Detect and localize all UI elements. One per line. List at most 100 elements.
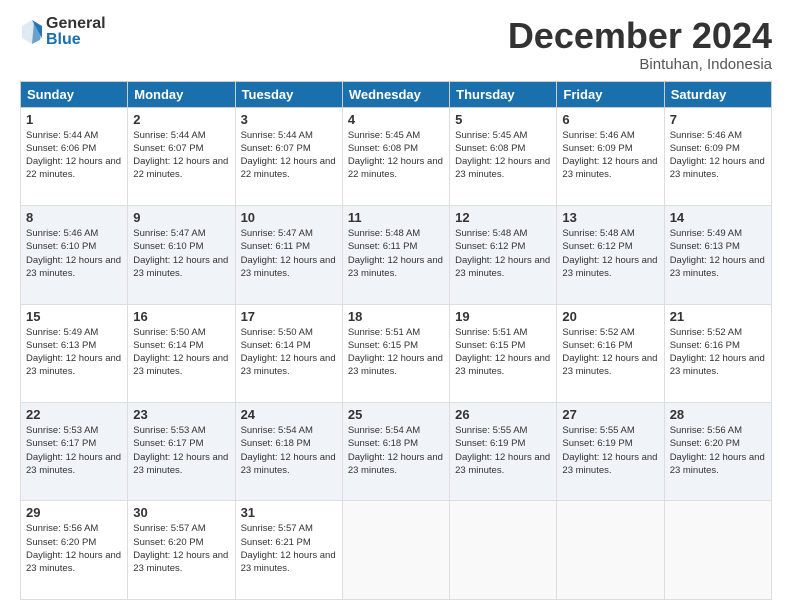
- col-monday: Monday: [128, 81, 235, 107]
- day-info: Sunrise: 5:47 AMSunset: 6:10 PMDaylight:…: [133, 227, 229, 280]
- day-info: Sunrise: 5:55 AMSunset: 6:19 PMDaylight:…: [455, 424, 551, 477]
- day-info: Sunrise: 5:49 AMSunset: 6:13 PMDaylight:…: [26, 326, 122, 379]
- day-info: Sunrise: 5:56 AMSunset: 6:20 PMDaylight:…: [26, 522, 122, 575]
- table-row: 22 Sunrise: 5:53 AMSunset: 6:17 PMDayligh…: [21, 403, 128, 501]
- day-number: 22: [26, 407, 122, 422]
- day-info: Sunrise: 5:57 AMSunset: 6:20 PMDaylight:…: [133, 522, 229, 575]
- table-row: 18Sunrise: 5:51 AMSunset: 6:15 PMDayligh…: [342, 304, 449, 402]
- day-number: 23: [133, 407, 229, 422]
- day-number: 5: [455, 112, 551, 127]
- logo-icon: [20, 18, 44, 46]
- table-row: 2Sunrise: 5:44 AMSunset: 6:07 PMDaylight…: [128, 107, 235, 205]
- day-number: 4: [348, 112, 444, 127]
- day-number: 21: [670, 309, 766, 324]
- table-row: 11 Sunrise: 5:48 AMSunset: 6:11 PMDayligh…: [342, 206, 449, 304]
- day-number: 29: [26, 505, 122, 520]
- day-number: 12: [455, 210, 551, 225]
- logo-blue: Blue: [46, 32, 106, 48]
- title-block: December 2024 Bintuhan, Indonesia: [508, 16, 772, 73]
- day-info: Sunrise: 5:57 AMSunset: 6:21 PMDaylight:…: [241, 522, 337, 575]
- day-number: 11: [348, 210, 444, 225]
- col-friday: Friday: [557, 81, 664, 107]
- table-row: 7 Sunrise: 5:46 AMSunset: 6:09 PMDaylight…: [664, 107, 771, 205]
- day-number: 15: [26, 309, 122, 324]
- day-info: Sunrise: 5:52 AMSunset: 6:16 PMDaylight:…: [562, 326, 658, 379]
- calendar-week-row: 8 Sunrise: 5:46 AMSunset: 6:10 PMDaylight…: [21, 206, 772, 304]
- day-info: Sunrise: 5:46 AMSunset: 6:10 PMDaylight:…: [26, 227, 122, 280]
- day-number: 7: [670, 112, 766, 127]
- day-number: 17: [241, 309, 337, 324]
- calendar-week-row: 15 Sunrise: 5:49 AMSunset: 6:13 PMDayligh…: [21, 304, 772, 402]
- table-row: [450, 501, 557, 600]
- table-row: 31Sunrise: 5:57 AMSunset: 6:21 PMDayligh…: [235, 501, 342, 600]
- day-number: 26: [455, 407, 551, 422]
- day-info: Sunrise: 5:50 AMSunset: 6:14 PMDaylight:…: [241, 326, 337, 379]
- logo: General Blue: [20, 16, 106, 48]
- day-info: Sunrise: 5:54 AMSunset: 6:18 PMDaylight:…: [348, 424, 444, 477]
- logo-general: General: [46, 16, 106, 32]
- table-row: 19Sunrise: 5:51 AMSunset: 6:15 PMDayligh…: [450, 304, 557, 402]
- table-row: 27Sunrise: 5:55 AMSunset: 6:19 PMDayligh…: [557, 403, 664, 501]
- table-row: 5 Sunrise: 5:45 AMSunset: 6:08 PMDaylight…: [450, 107, 557, 205]
- table-row: 21 Sunrise: 5:52 AMSunset: 6:16 PMDayligh…: [664, 304, 771, 402]
- day-info: Sunrise: 5:46 AMSunset: 6:09 PMDaylight:…: [562, 129, 658, 182]
- day-number: 25: [348, 407, 444, 422]
- day-number: 28: [670, 407, 766, 422]
- col-saturday: Saturday: [664, 81, 771, 107]
- day-number: 13: [562, 210, 658, 225]
- col-tuesday: Tuesday: [235, 81, 342, 107]
- day-info: Sunrise: 5:55 AMSunset: 6:19 PMDaylight:…: [562, 424, 658, 477]
- day-number: 24: [241, 407, 337, 422]
- day-info: Sunrise: 5:51 AMSunset: 6:15 PMDaylight:…: [455, 326, 551, 379]
- table-row: 28 Sunrise: 5:56 AMSunset: 6:20 PMDayligh…: [664, 403, 771, 501]
- table-row: 16 Sunrise: 5:50 AMSunset: 6:14 PMDayligh…: [128, 304, 235, 402]
- table-row: 17 Sunrise: 5:50 AMSunset: 6:14 PMDayligh…: [235, 304, 342, 402]
- calendar-week-row: 29 Sunrise: 5:56 AMSunset: 6:20 PMDayligh…: [21, 501, 772, 600]
- table-row: [664, 501, 771, 600]
- day-number: 8: [26, 210, 122, 225]
- col-sunday: Sunday: [21, 81, 128, 107]
- table-row: 10Sunrise: 5:47 AMSunset: 6:11 PMDayligh…: [235, 206, 342, 304]
- day-number: 10: [241, 210, 337, 225]
- day-info: Sunrise: 5:50 AMSunset: 6:14 PMDaylight:…: [133, 326, 229, 379]
- day-info: Sunrise: 5:44 AMSunset: 6:07 PMDaylight:…: [241, 129, 337, 182]
- day-info: Sunrise: 5:45 AMSunset: 6:08 PMDaylight:…: [348, 129, 444, 182]
- day-info: Sunrise: 5:46 AMSunset: 6:09 PMDaylight:…: [670, 129, 766, 182]
- day-info: Sunrise: 5:56 AMSunset: 6:20 PMDaylight:…: [670, 424, 766, 477]
- table-row: 30Sunrise: 5:57 AMSunset: 6:20 PMDayligh…: [128, 501, 235, 600]
- table-row: 4 Sunrise: 5:45 AMSunset: 6:08 PMDaylight…: [342, 107, 449, 205]
- day-info: Sunrise: 5:48 AMSunset: 6:12 PMDaylight:…: [455, 227, 551, 280]
- day-info: Sunrise: 5:53 AMSunset: 6:17 PMDaylight:…: [26, 424, 122, 477]
- table-row: [342, 501, 449, 600]
- table-row: 29 Sunrise: 5:56 AMSunset: 6:20 PMDayligh…: [21, 501, 128, 600]
- day-info: Sunrise: 5:44 AMSunset: 6:06 PMDaylight:…: [26, 129, 122, 182]
- day-info: Sunrise: 5:52 AMSunset: 6:16 PMDaylight:…: [670, 326, 766, 379]
- day-number: 6: [562, 112, 658, 127]
- calendar-week-row: 22 Sunrise: 5:53 AMSunset: 6:17 PMDayligh…: [21, 403, 772, 501]
- page: General Blue December 2024 Bintuhan, Ind…: [0, 0, 792, 612]
- day-info: Sunrise: 5:48 AMSunset: 6:12 PMDaylight:…: [562, 227, 658, 280]
- col-thursday: Thursday: [450, 81, 557, 107]
- day-number: 9: [133, 210, 229, 225]
- logo-text: General Blue: [46, 16, 106, 48]
- table-row: [557, 501, 664, 600]
- day-info: Sunrise: 5:51 AMSunset: 6:15 PMDaylight:…: [348, 326, 444, 379]
- table-row: 26 Sunrise: 5:55 AMSunset: 6:19 PMDayligh…: [450, 403, 557, 501]
- calendar-header-row: Sunday Monday Tuesday Wednesday Thursday…: [21, 81, 772, 107]
- day-info: Sunrise: 5:54 AMSunset: 6:18 PMDaylight:…: [241, 424, 337, 477]
- table-row: 9 Sunrise: 5:47 AMSunset: 6:10 PMDaylight…: [128, 206, 235, 304]
- day-info: Sunrise: 5:53 AMSunset: 6:17 PMDaylight:…: [133, 424, 229, 477]
- day-info: Sunrise: 5:44 AMSunset: 6:07 PMDaylight:…: [133, 129, 229, 182]
- table-row: 25 Sunrise: 5:54 AMSunset: 6:18 PMDayligh…: [342, 403, 449, 501]
- calendar-week-row: 1Sunrise: 5:44 AMSunset: 6:06 PMDaylight…: [21, 107, 772, 205]
- table-row: 24 Sunrise: 5:54 AMSunset: 6:18 PMDayligh…: [235, 403, 342, 501]
- table-row: 8 Sunrise: 5:46 AMSunset: 6:10 PMDaylight…: [21, 206, 128, 304]
- location-subtitle: Bintuhan, Indonesia: [508, 56, 772, 73]
- day-number: 20: [562, 309, 658, 324]
- table-row: 15 Sunrise: 5:49 AMSunset: 6:13 PMDayligh…: [21, 304, 128, 402]
- day-number: 16: [133, 309, 229, 324]
- day-info: Sunrise: 5:48 AMSunset: 6:11 PMDaylight:…: [348, 227, 444, 280]
- day-info: Sunrise: 5:45 AMSunset: 6:08 PMDaylight:…: [455, 129, 551, 182]
- day-info: Sunrise: 5:49 AMSunset: 6:13 PMDaylight:…: [670, 227, 766, 280]
- table-row: 14Sunrise: 5:49 AMSunset: 6:13 PMDayligh…: [664, 206, 771, 304]
